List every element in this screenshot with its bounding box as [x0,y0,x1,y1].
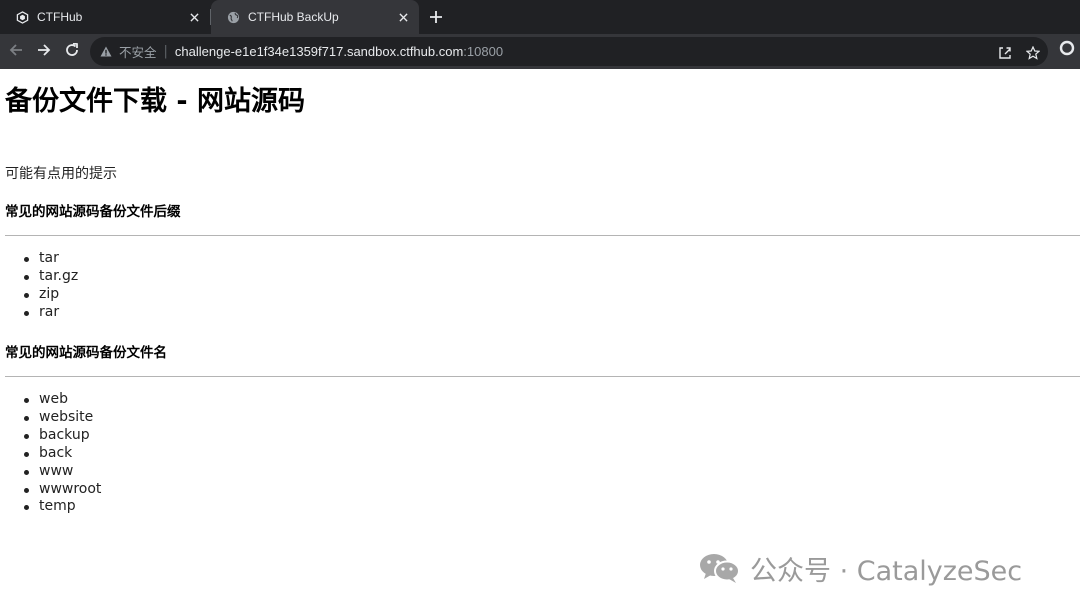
close-icon[interactable] [395,9,411,25]
plus-icon [430,8,442,27]
watermark: 公众号 · CatalyzeSec [698,548,1022,588]
close-icon[interactable] [186,9,202,25]
wechat-icon [698,552,742,584]
toolbar: 不安全 | challenge-e1e1f34e1359f717.sandbox… [0,34,1080,69]
hint-text: 可能有点用的提示 [5,166,117,182]
url-host: challenge-e1e1f34e1359f717.sandbox.ctfhu… [174,44,464,59]
tab-bar: CTFHub CTFHub BackUp [0,0,1080,34]
list-item: tar [24,250,78,268]
page-title: 备份文件下载 - 网站源码 [5,86,306,117]
security-label[interactable]: 不安全 [119,42,157,61]
extension-icon[interactable] [1059,40,1077,58]
url-text[interactable]: challenge-e1e1f34e1359f717.sandbox.ctfhu… [175,44,503,59]
share-icon[interactable] [996,44,1014,62]
address-separator: | [163,44,168,59]
ctfhub-logo-icon [15,10,29,24]
watermark-text: 公众号 · CatalyzeSec [750,555,1023,587]
list-item: temp [24,498,101,516]
list-item: backup [24,427,101,445]
filename-list: web website backup back www wwwroot temp [24,391,101,516]
warning-triangle-icon[interactable] [100,45,114,59]
section-heading-filenames: 常见的网站源码备份文件名 [5,345,167,361]
url-port: :10800 [463,44,504,59]
tab-title: CTFHub [37,10,83,24]
divider [5,376,1080,377]
address-bar[interactable]: 不安全 | challenge-e1e1f34e1359f717.sandbox… [90,37,1048,66]
arrow-left-icon [9,42,23,61]
tab-ctfhub-backup[interactable]: CTFHub BackUp [211,0,419,34]
list-item: zip [24,286,78,304]
list-item: www [24,463,101,481]
list-item: back [24,445,101,463]
section-heading-suffixes: 常见的网站源码备份文件后缀 [5,204,181,220]
tab-title: CTFHub BackUp [248,10,339,24]
list-item: web [24,391,101,409]
back-button[interactable] [5,40,27,62]
list-item: wwwroot [24,481,101,499]
reload-icon [65,42,79,61]
page-content: 备份文件下载 - 网站源码 可能有点用的提示 常见的网站源码备份文件后缀 tar… [0,69,1080,611]
list-item: website [24,409,101,427]
reload-button[interactable] [61,40,83,62]
globe-icon [226,10,240,24]
list-item: rar [24,304,78,322]
bookmark-star-icon[interactable] [1024,44,1042,62]
divider [5,235,1080,236]
new-tab-button[interactable] [426,8,446,26]
list-item: tar.gz [24,268,78,286]
arrow-right-icon [37,42,51,61]
forward-button[interactable] [33,40,55,62]
tab-ctfhub[interactable]: CTFHub [0,0,210,34]
suffix-list: tar tar.gz zip rar [24,250,78,322]
